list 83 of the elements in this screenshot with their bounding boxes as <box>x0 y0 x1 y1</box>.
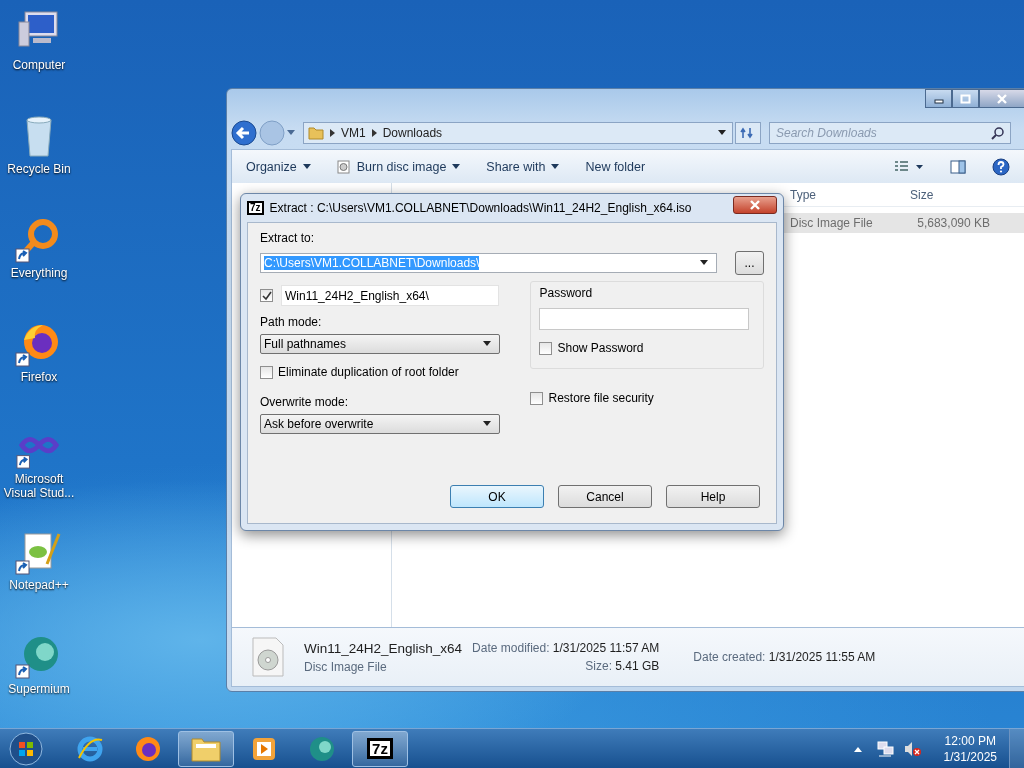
folder-icon[interactable] <box>178 730 234 767</box>
network-icon[interactable] <box>875 740 894 757</box>
field-label: Overwrite mode: <box>260 395 350 409</box>
icon-label: Recycle Bin <box>7 162 71 176</box>
field-label: Extract to: <box>260 231 316 245</box>
checkbox-label: Restore file security <box>548 391 654 405</box>
toolbar-button[interactable]: Organize <box>240 156 317 177</box>
field-value: 1/31/2025 11:57 AM <box>552 641 660 655</box>
caret-icon <box>483 341 492 347</box>
chevron-icon <box>330 129 335 137</box>
icon-label: Microsoft Visual Stud... <box>2 472 76 500</box>
overwrite-mode-dropdown[interactable]: Ask before overwrite <box>260 414 501 434</box>
checkbox[interactable] <box>260 289 273 302</box>
folder-icon <box>308 126 324 140</box>
browse-button[interactable]: ... <box>735 251 764 275</box>
caret-icon <box>483 421 492 427</box>
close-icon <box>749 200 761 210</box>
field-label: Size: <box>585 659 612 673</box>
field-value: 1/31/2025 11:55 AM <box>768 650 876 664</box>
list-view-icon <box>894 159 924 174</box>
toolbar-button[interactable]: Share with <box>480 156 566 177</box>
file-type: Disc Image File <box>304 659 388 674</box>
field-value: 5.41 GB <box>615 659 660 673</box>
caret-icon <box>302 163 311 170</box>
taskbar-button[interactable]: 7z <box>352 730 408 767</box>
muted-speaker-icon[interactable] <box>903 740 922 757</box>
dropdown-arrow[interactable] <box>718 130 726 136</box>
field-label: Path mode: <box>260 315 323 329</box>
minimize-button[interactable] <box>925 89 952 108</box>
chevron-icon <box>371 129 377 137</box>
toolbar-button[interactable]: New folder <box>579 156 652 177</box>
search-icon <box>991 126 1005 140</box>
column-header[interactable]: Size <box>904 187 994 202</box>
checkbox-label: Eliminate duplication of root folder <box>278 365 459 379</box>
dialog-title: Extract : C:\Users\VM1.COLLABNET\Downloads\Win11_24H2_English_x64.iso <box>269 201 692 215</box>
column-header[interactable]: Type <box>784 187 904 202</box>
checkbox[interactable] <box>539 341 553 355</box>
maximize-button[interactable] <box>952 89 979 108</box>
dialog-button[interactable]: Help <box>666 485 760 508</box>
refresh-icon <box>740 126 756 140</box>
checkbox[interactable] <box>530 391 544 405</box>
show-hidden-icons[interactable] <box>853 745 862 752</box>
search-field[interactable]: Search Downloads <box>769 122 1011 144</box>
group-label: Password <box>539 286 594 300</box>
close-icon <box>996 93 1008 104</box>
path-mode-dropdown[interactable]: Full pathnames <box>260 334 501 354</box>
caret-icon <box>700 260 709 266</box>
type-cell-text: Disc Image File <box>789 216 874 230</box>
app-logo: 7z <box>247 201 264 215</box>
clock-time[interactable]: 12:00 PM <box>944 732 996 749</box>
folder-name-field[interactable]: Win11_24H2_English_x64\ <box>281 285 499 306</box>
checkbox[interactable] <box>260 365 273 379</box>
refresh-button[interactable] <box>735 122 761 144</box>
icon-label: Supermium <box>8 682 70 696</box>
size-cell-text: 5,683,090 KB <box>916 216 991 230</box>
history-dropdown[interactable] <box>287 130 295 136</box>
icon-label: Computer <box>12 58 66 72</box>
address-bar[interactable]: VM1 Downloads <box>303 122 733 144</box>
help-icon <box>992 157 1010 176</box>
breadcrumb-item[interactable]: Downloads <box>382 126 443 140</box>
start-button[interactable] <box>8 730 44 767</box>
icon-label: Everything <box>10 266 68 280</box>
caret-icon <box>452 163 461 170</box>
close-button[interactable] <box>733 196 777 214</box>
breadcrumb-item[interactable]: VM1 <box>341 126 366 140</box>
checkbox-label: Show Password <box>557 341 644 355</box>
preview-pane-icon <box>950 159 966 174</box>
toolbar-button[interactable]: Burn disc image <box>330 156 467 177</box>
dialog-button[interactable]: Cancel <box>558 485 652 508</box>
field-label: Date created: <box>693 650 766 664</box>
field-label: Date modified: <box>472 641 550 655</box>
caret-icon <box>551 163 560 170</box>
clock-date[interactable]: 1/31/2025 <box>943 748 997 765</box>
dialog-button[interactable]: OK <box>450 485 544 508</box>
disc-file-icon <box>252 637 284 677</box>
close-button[interactable] <box>979 89 1024 108</box>
back-button[interactable] <box>231 120 257 146</box>
disc-icon <box>336 159 351 174</box>
password-field[interactable] <box>539 308 750 330</box>
file-name: Win11_24H2_English_x64 <box>304 640 463 656</box>
icon-label: Notepad++ <box>9 578 69 592</box>
maximize-icon <box>960 93 971 104</box>
icon-label: Firefox <box>20 370 58 384</box>
